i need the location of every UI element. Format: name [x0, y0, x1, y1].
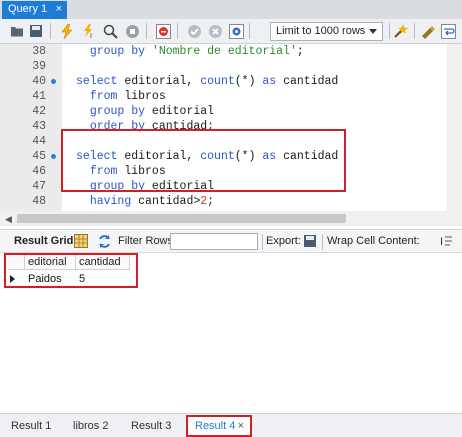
- code-line-38[interactable]: group by 'Nombre de editorial';: [76, 44, 304, 59]
- query-tab-label: Query 1: [8, 3, 48, 15]
- svg-text:I: I: [90, 33, 92, 39]
- open-folder-icon[interactable]: [9, 23, 25, 39]
- wrap-cell-icon[interactable]: I: [438, 233, 454, 249]
- tab-result-3[interactable]: Result 3: [131, 420, 171, 432]
- refresh-icon[interactable]: [96, 233, 112, 249]
- cell-cantidad[interactable]: 5: [76, 271, 130, 287]
- line-number: 45: [32, 150, 46, 163]
- toolbar-separator: [262, 234, 263, 250]
- sql-editor[interactable]: group by 'Nombre de editorial'; select e…: [0, 44, 462, 223]
- line-number: 46: [32, 165, 46, 178]
- beautify-icon[interactable]: [394, 23, 410, 39]
- export-label: Export:: [266, 235, 301, 247]
- wrap-cell-label: Wrap Cell Content:: [327, 235, 420, 247]
- toolbar-separator: [249, 23, 250, 39]
- limit-rows-value: Limit to 1000 rows: [276, 25, 366, 37]
- statement-marker-icon: [51, 154, 56, 159]
- result-grid-tab[interactable]: Result Grid: [14, 235, 73, 247]
- column-header-editorial[interactable]: editorial: [25, 255, 76, 270]
- line-number: 43: [32, 120, 46, 133]
- toolbar-separator: [146, 23, 147, 39]
- tab-libros-2[interactable]: libros 2: [73, 420, 108, 432]
- chevron-down-icon: [369, 29, 377, 34]
- toggle-error-icon[interactable]: [155, 23, 171, 39]
- code-line-48[interactable]: having cantidad>2;: [76, 194, 214, 209]
- horizontal-scrollbar[interactable]: ◀: [0, 211, 462, 226]
- execute-current-icon[interactable]: I: [81, 23, 97, 39]
- line-number: 48: [32, 195, 46, 208]
- execute-icon[interactable]: [59, 23, 75, 39]
- filter-rows-input[interactable]: [170, 233, 258, 250]
- current-row-arrow-icon: [10, 275, 15, 283]
- code-line-41[interactable]: from libros: [76, 89, 166, 104]
- line-number: 40: [32, 75, 46, 88]
- tab-result-1[interactable]: Result 1: [11, 420, 51, 432]
- code-line-42[interactable]: group by editorial: [76, 104, 214, 119]
- filter-rows-label: Filter Rows:: [118, 235, 177, 247]
- line-number: 39: [32, 60, 46, 73]
- result-toolbar: Result Grid Filter Rows: Export: Wrap Ce…: [0, 229, 462, 253]
- code-line-40[interactable]: select editorial, count(*) as cantidad: [76, 74, 338, 89]
- explain-icon[interactable]: [102, 23, 118, 39]
- tab-result-4-label: Result 4: [195, 420, 236, 432]
- find-icon[interactable]: [419, 23, 435, 39]
- toolbar-separator: [389, 23, 390, 39]
- cell-editorial[interactable]: Paidos: [25, 271, 76, 287]
- commit-icon[interactable]: [186, 23, 202, 39]
- toolbar-separator: [177, 23, 178, 39]
- line-number: 42: [32, 105, 46, 118]
- close-icon[interactable]: ×: [238, 420, 244, 432]
- toolbar-separator: [322, 234, 323, 250]
- statement-marker-icon: [51, 79, 56, 84]
- column-header-cantidad[interactable]: cantidad: [76, 255, 130, 270]
- query-tab[interactable]: Query 1 ×: [2, 1, 67, 19]
- rollback-icon[interactable]: [207, 23, 223, 39]
- query-tab-bar: Query 1 ×: [0, 0, 462, 19]
- editor-toolbar: I Limit to 1000 rows: [0, 19, 462, 44]
- close-icon[interactable]: ×: [56, 1, 62, 18]
- scroll-left-arrow-icon[interactable]: ◀: [5, 214, 12, 225]
- vertical-scrollbar[interactable]: [447, 44, 462, 211]
- toolbar-separator: [414, 23, 415, 39]
- scrollbar-thumb[interactable]: [17, 214, 346, 223]
- line-number: 44: [32, 135, 46, 148]
- highlighted-query-box: [61, 129, 346, 192]
- grid-view-icon[interactable]: [73, 233, 89, 249]
- stop-icon[interactable]: [124, 23, 140, 39]
- line-number: 47: [32, 180, 46, 193]
- export-icon[interactable]: [302, 233, 318, 249]
- line-number: 38: [32, 45, 46, 58]
- save-icon[interactable]: [28, 23, 44, 39]
- row-selector-header: [8, 255, 25, 270]
- sql-editor-window: Query 1 × I Limit to 1000 rows group by …: [0, 0, 462, 437]
- svg-text:I: I: [440, 236, 443, 248]
- toolbar-separator: [50, 23, 51, 39]
- wrap-icon[interactable]: [440, 23, 456, 39]
- autocommit-icon[interactable]: [228, 23, 244, 39]
- tab-result-4[interactable]: Result 4 ×: [186, 415, 252, 437]
- line-number: 41: [32, 90, 46, 103]
- result-tabs-bar: Result 1 libros 2 Result 3 Result 4 ×: [0, 413, 462, 437]
- limit-rows-select[interactable]: Limit to 1000 rows: [270, 22, 383, 41]
